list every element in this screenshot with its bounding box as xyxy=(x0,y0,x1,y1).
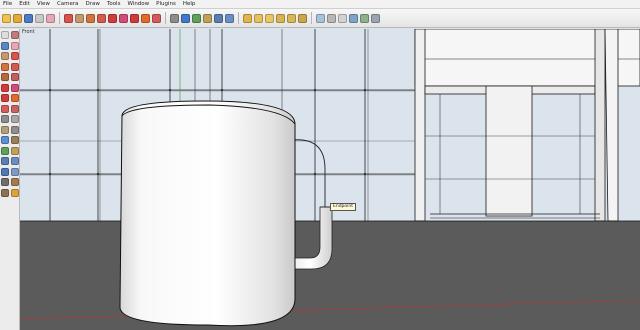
move-icon[interactable] xyxy=(1,83,9,92)
top-view-icon[interactable] xyxy=(254,13,263,23)
zoom-icon[interactable] xyxy=(1,157,9,165)
walk-icon[interactable] xyxy=(11,178,19,186)
left-view-icon[interactable] xyxy=(298,13,307,23)
push-pull-icon[interactable] xyxy=(11,83,19,92)
dimension-icon[interactable] xyxy=(11,115,19,123)
front-view-icon[interactable] xyxy=(265,13,274,23)
zoom-extents-icon[interactable] xyxy=(1,167,9,176)
scale-icon[interactable] xyxy=(1,104,9,113)
menu-window[interactable]: Window xyxy=(127,0,149,9)
pan-icon[interactable] xyxy=(203,13,212,23)
menu-bar: File Edit View Camera Draw Tools Window Plugins… xyxy=(0,0,640,9)
menu-help[interactable]: Help xyxy=(183,0,196,9)
paint-icon[interactable] xyxy=(1,41,9,50)
wireframe-icon[interactable] xyxy=(327,13,336,23)
tape-measure-icon[interactable] xyxy=(1,115,9,123)
toolbar-separator xyxy=(311,12,312,24)
rectangle-tool-icon[interactable] xyxy=(75,13,84,23)
text-icon[interactable] xyxy=(11,125,19,134)
look-around-icon[interactable] xyxy=(1,188,9,197)
open-file-icon[interactable] xyxy=(13,13,22,23)
circle-tool-icon[interactable] xyxy=(86,13,95,23)
main-toolbar xyxy=(0,9,640,28)
menu-draw[interactable]: Draw xyxy=(86,0,100,9)
select-arrow-icon[interactable] xyxy=(1,31,9,39)
axes-icon[interactable] xyxy=(1,136,9,144)
3d-viewport[interactable]: Front Endpoint xyxy=(20,29,640,330)
offset-tool-icon[interactable] xyxy=(152,13,161,23)
pan-icon[interactable] xyxy=(11,146,19,155)
eraser-icon[interactable] xyxy=(46,13,55,23)
arc-tool-icon[interactable] xyxy=(97,13,106,23)
arc-icon[interactable] xyxy=(11,62,19,71)
push-pull-tool-icon[interactable] xyxy=(119,13,128,23)
scene-view-label: Front xyxy=(22,29,35,35)
line-tool-icon[interactable] xyxy=(64,13,73,23)
menu-file[interactable]: File xyxy=(3,0,12,9)
menu-camera[interactable]: Camera xyxy=(57,0,79,9)
hidden-line-icon[interactable] xyxy=(338,13,347,23)
orbit-icon[interactable] xyxy=(192,13,201,23)
line-icon[interactable] xyxy=(11,52,19,60)
shaded-icon[interactable] xyxy=(349,13,358,23)
save-icon[interactable] xyxy=(24,13,33,23)
protractor-icon[interactable] xyxy=(1,125,9,134)
rotate-tool-icon[interactable] xyxy=(130,13,139,23)
inference-tooltip: Endpoint xyxy=(330,203,357,211)
scene-canvas[interactable] xyxy=(20,29,640,330)
paint-bucket-icon[interactable] xyxy=(181,13,190,23)
zoom-window-icon[interactable] xyxy=(11,157,19,165)
tape-measure-icon[interactable] xyxy=(170,13,179,23)
3d-text-icon[interactable] xyxy=(11,136,19,144)
erase-icon[interactable] xyxy=(11,41,19,50)
position-camera-icon[interactable] xyxy=(1,178,9,186)
rectangle-icon[interactable] xyxy=(1,52,9,60)
mug-body[interactable] xyxy=(119,100,296,327)
tool-palette xyxy=(0,29,20,330)
x-ray-icon[interactable] xyxy=(316,13,325,23)
toolbar-separator xyxy=(165,12,166,24)
offset-icon[interactable] xyxy=(11,104,19,113)
menu-plugins[interactable]: Plugins xyxy=(156,0,176,9)
rotate-icon[interactable] xyxy=(1,94,9,102)
select-icon[interactable] xyxy=(35,13,44,23)
menu-tools[interactable]: Tools xyxy=(107,0,121,9)
toolbar-separator xyxy=(238,12,239,24)
monochrome-icon[interactable] xyxy=(371,13,380,23)
iso-view-icon[interactable] xyxy=(243,13,252,23)
circle-icon[interactable] xyxy=(1,62,9,71)
zoom-extents-icon[interactable] xyxy=(225,13,234,23)
toolbar-separator xyxy=(59,12,60,24)
orbit-icon[interactable] xyxy=(1,146,9,155)
new-file-icon[interactable] xyxy=(2,13,11,23)
back-view-icon[interactable] xyxy=(287,13,296,23)
previous-view-icon[interactable] xyxy=(11,167,19,176)
make-component-icon[interactable] xyxy=(11,31,19,39)
follow-me-icon[interactable] xyxy=(11,94,19,102)
freehand-icon[interactable] xyxy=(11,73,19,81)
follow-me-tool-icon[interactable] xyxy=(141,13,150,23)
move-tool-icon[interactable] xyxy=(108,13,117,23)
menu-view[interactable]: View xyxy=(37,0,50,9)
right-view-icon[interactable] xyxy=(276,13,285,23)
polygon-icon[interactable] xyxy=(1,73,9,81)
textured-icon[interactable] xyxy=(360,13,369,23)
section-plane-icon[interactable] xyxy=(11,188,19,197)
menu-edit[interactable]: Edit xyxy=(19,0,30,9)
zoom-icon[interactable] xyxy=(214,13,223,23)
